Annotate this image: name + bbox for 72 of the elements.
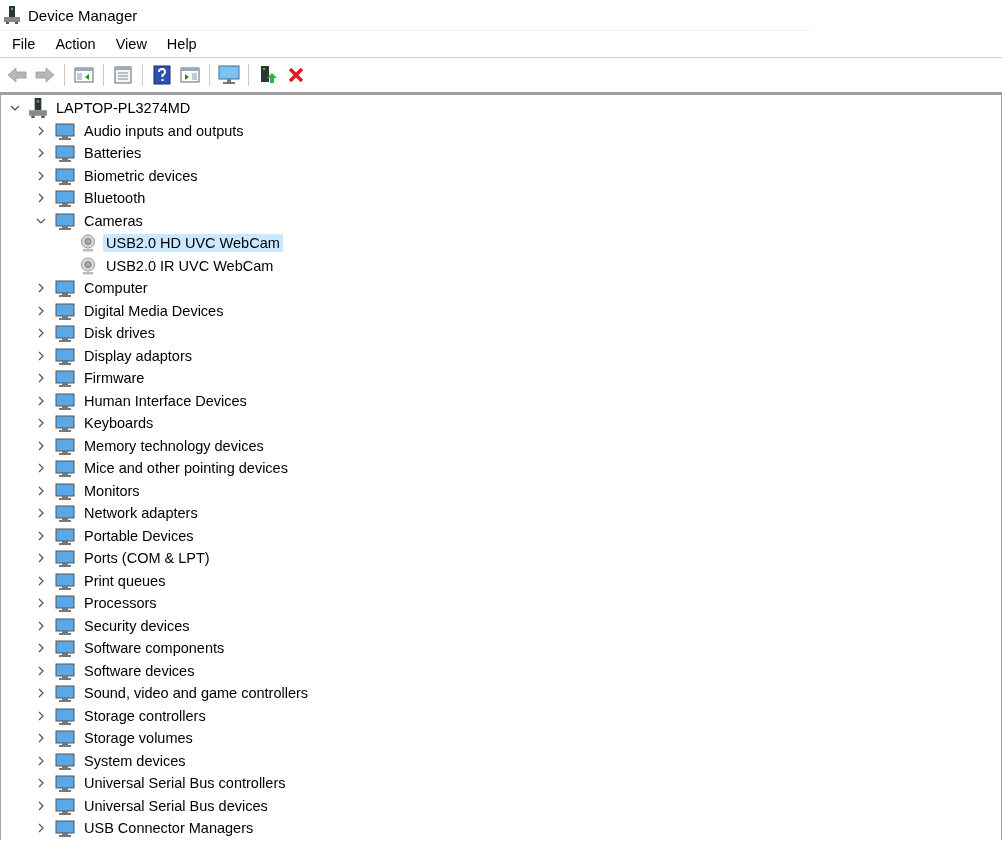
device-icon xyxy=(55,571,75,590)
tree-item[interactable]: Ports (COM & LPT) xyxy=(81,549,213,568)
tree-item[interactable]: System devices xyxy=(81,751,189,770)
device-icon xyxy=(55,504,75,523)
computer-icon xyxy=(29,98,47,119)
device-icon xyxy=(55,324,75,343)
device-icon xyxy=(55,706,75,725)
webcam-icon xyxy=(79,234,97,253)
device-icon xyxy=(55,166,75,185)
device-icon xyxy=(55,819,75,838)
tree-item[interactable]: Firmware xyxy=(81,369,148,388)
tree-item[interactable]: Storage controllers xyxy=(81,706,209,725)
device-icon xyxy=(55,616,75,635)
device-icon xyxy=(55,436,75,455)
tree-item[interactable]: Digital Media Devices xyxy=(81,301,227,320)
device-icon xyxy=(55,594,75,613)
menu-item[interactable]: File xyxy=(0,32,44,56)
device-icon xyxy=(55,639,75,658)
device-icon xyxy=(55,346,75,365)
tree-item[interactable]: Sound, video and game controllers xyxy=(81,684,312,703)
tree-item[interactable]: USB2.0 IR UVC WebCam xyxy=(103,256,277,275)
device-icon xyxy=(55,301,75,320)
tree-item[interactable]: Software components xyxy=(81,639,228,658)
tree-item[interactable]: Display adaptors xyxy=(81,346,195,365)
tree-item[interactable]: Universal Serial Bus devices xyxy=(81,796,271,815)
tree-item[interactable]: Security devices xyxy=(81,616,193,635)
device-icon xyxy=(55,211,75,230)
tree-item[interactable]: Software devices xyxy=(81,661,198,680)
device-icon xyxy=(55,549,75,568)
device-icon xyxy=(55,526,75,545)
device-icon xyxy=(55,774,75,793)
tree-item[interactable]: Portable Devices xyxy=(81,526,197,545)
device-icon xyxy=(55,796,75,815)
device-icon xyxy=(55,729,75,748)
tree-item[interactable]: Bluetooth xyxy=(81,189,149,208)
tree-item[interactable]: Print queues xyxy=(81,571,169,590)
tree-item[interactable]: Human Interface Devices xyxy=(81,391,250,410)
device-icon xyxy=(55,121,75,140)
window-title: Device Manager xyxy=(28,6,138,24)
device-icon xyxy=(55,459,75,478)
tree-item[interactable]: Cameras xyxy=(81,211,146,230)
tree-item[interactable]: Monitors xyxy=(81,481,143,500)
tree-item[interactable]: Audio inputs and outputs xyxy=(81,121,247,140)
device-icon xyxy=(55,369,75,388)
device-icon xyxy=(55,144,75,163)
tree-item[interactable]: Network adapters xyxy=(81,504,201,523)
device-icon xyxy=(55,684,75,703)
menu-item[interactable]: View xyxy=(103,32,155,56)
device-icon xyxy=(55,751,75,770)
device-icon xyxy=(55,414,75,433)
device-icon xyxy=(55,279,75,298)
tree-item[interactable]: Computer xyxy=(81,279,151,298)
tree-item[interactable]: Processors xyxy=(81,594,160,613)
tree-item[interactable]: LAPTOP-PL3274MD xyxy=(53,99,194,118)
menu-item[interactable]: Action xyxy=(43,32,104,56)
tree-item[interactable]: Memory technology devices xyxy=(81,436,267,455)
tree-item[interactable]: Biometric devices xyxy=(81,166,201,185)
tree-item[interactable]: USB Connector Managers xyxy=(81,819,257,838)
tree-item[interactable]: USB2.0 HD UVC WebCam xyxy=(103,234,283,253)
device-icon xyxy=(55,481,75,500)
tree-item[interactable]: Keyboards xyxy=(81,414,157,433)
tree-item[interactable]: Mice and other pointing devices xyxy=(81,459,291,478)
tree-item[interactable]: Batteries xyxy=(81,144,145,163)
computer-icon xyxy=(4,6,20,24)
device-icon xyxy=(55,661,75,680)
tree-item[interactable]: Universal Serial Bus controllers xyxy=(81,774,289,793)
menu-item[interactable]: Help xyxy=(154,32,205,56)
device-icon xyxy=(55,189,75,208)
webcam-icon xyxy=(79,256,97,275)
tree-item[interactable]: Storage volumes xyxy=(81,729,196,748)
tree-item[interactable]: Disk drives xyxy=(81,324,158,343)
device-icon xyxy=(55,391,75,410)
